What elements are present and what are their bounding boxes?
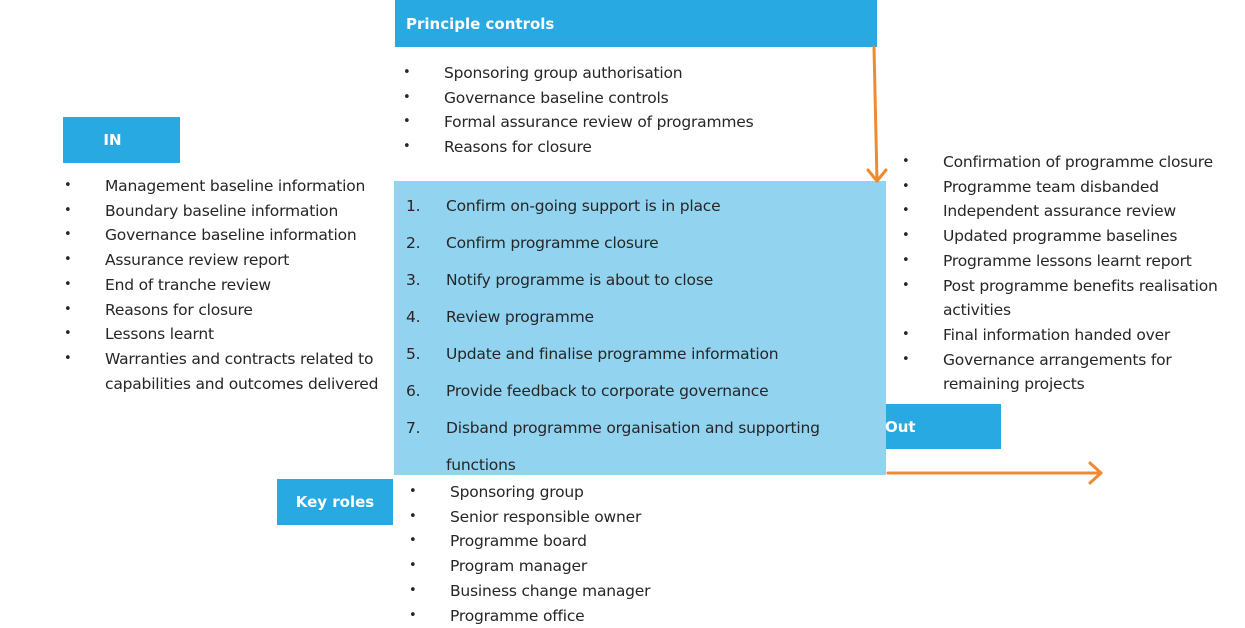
list-item: Programme office bbox=[409, 604, 759, 628]
inputs-title: IN bbox=[103, 131, 122, 149]
list-item: Reasons for closure bbox=[403, 135, 873, 160]
step-text: Disband programme organisation and suppo… bbox=[446, 419, 820, 474]
inputs-label: IN bbox=[63, 117, 180, 163]
list-item: Updated programme baselines bbox=[902, 224, 1245, 249]
process-step: 7. Disband programme organisation and sup… bbox=[406, 410, 881, 484]
list-item: Boundary baseline information bbox=[64, 199, 384, 224]
list-item: End of tranche review bbox=[64, 273, 384, 298]
key-roles-list: Sponsoring group Senior responsible owne… bbox=[409, 480, 759, 628]
principle-controls-header: Principle controls bbox=[395, 0, 877, 47]
process-steps-box: 1. Confirm on-going support is in place 2… bbox=[394, 181, 886, 475]
outputs-title: Out bbox=[885, 417, 916, 436]
key-roles-title: Key roles bbox=[295, 493, 375, 511]
list-item: Warranties and contracts related to capa… bbox=[64, 347, 384, 396]
principle-controls-title: Principle controls bbox=[406, 14, 555, 33]
step-number: 1. bbox=[406, 197, 421, 215]
list-item: Sponsoring group authorisation bbox=[403, 61, 873, 86]
process-step: 1. Confirm on-going support is in place bbox=[406, 188, 881, 225]
list-item: Reasons for closure bbox=[64, 298, 384, 323]
process-step: 2. Confirm programme closure bbox=[406, 225, 881, 262]
list-item: Programme team disbanded bbox=[902, 175, 1245, 200]
step-text: Provide feedback to corporate governance bbox=[446, 382, 769, 400]
list-item: Assurance review report bbox=[64, 248, 384, 273]
process-step: 3. Notify programme is about to close bbox=[406, 262, 881, 299]
step-number: 7. bbox=[406, 419, 421, 437]
step-number: 3. bbox=[406, 271, 421, 289]
process-step: 5. Update and finalise programme informat… bbox=[406, 336, 881, 373]
step-text: Review programme bbox=[446, 308, 594, 326]
list-item: Senior responsible owner bbox=[409, 505, 759, 530]
step-number: 5. bbox=[406, 345, 421, 363]
list-item: Programme lessons learnt report bbox=[902, 249, 1245, 274]
step-number: 6. bbox=[406, 382, 421, 400]
principle-controls-list: Sponsoring group authorisation Governanc… bbox=[403, 61, 873, 160]
step-number: 4. bbox=[406, 308, 421, 326]
output-right-arrow-icon bbox=[886, 461, 1103, 485]
list-item: Programme board bbox=[409, 529, 759, 554]
process-step: 6. Provide feedback to corporate governan… bbox=[406, 373, 881, 410]
list-item: Post programme benefits realisation acti… bbox=[902, 274, 1245, 323]
step-text: Notify programme is about to close bbox=[446, 271, 714, 289]
key-roles-label: Key roles bbox=[277, 479, 393, 525]
inputs-list: Management baseline information Boundary… bbox=[64, 174, 384, 396]
list-item: Management baseline information bbox=[64, 174, 384, 199]
list-item: Confirmation of programme closure bbox=[902, 150, 1245, 175]
list-item: Governance arrangements for remaining pr… bbox=[902, 348, 1245, 397]
list-item: Lessons learnt bbox=[64, 322, 384, 347]
process-steps-list: 1. Confirm on-going support is in place 2… bbox=[406, 188, 881, 484]
step-number: 2. bbox=[406, 234, 421, 252]
list-item: Governance baseline information bbox=[64, 223, 384, 248]
list-item: Program manager bbox=[409, 554, 759, 579]
list-item: Final information handed over bbox=[902, 323, 1245, 348]
process-step: 4. Review programme bbox=[406, 299, 881, 336]
list-item: Formal assurance review of programmes bbox=[403, 110, 873, 135]
list-item: Governance baseline controls bbox=[403, 86, 873, 111]
outputs-label: Out bbox=[885, 404, 1001, 449]
list-item: Independent assurance review bbox=[902, 199, 1245, 224]
step-text: Confirm programme closure bbox=[446, 234, 659, 252]
list-item: Sponsoring group bbox=[409, 480, 759, 505]
step-text: Confirm on-going support is in place bbox=[446, 197, 721, 215]
outputs-list: Confirmation of programme closure Progra… bbox=[902, 150, 1245, 397]
list-item: Business change manager bbox=[409, 579, 759, 604]
step-text: Update and finalise programme informatio… bbox=[446, 345, 779, 363]
